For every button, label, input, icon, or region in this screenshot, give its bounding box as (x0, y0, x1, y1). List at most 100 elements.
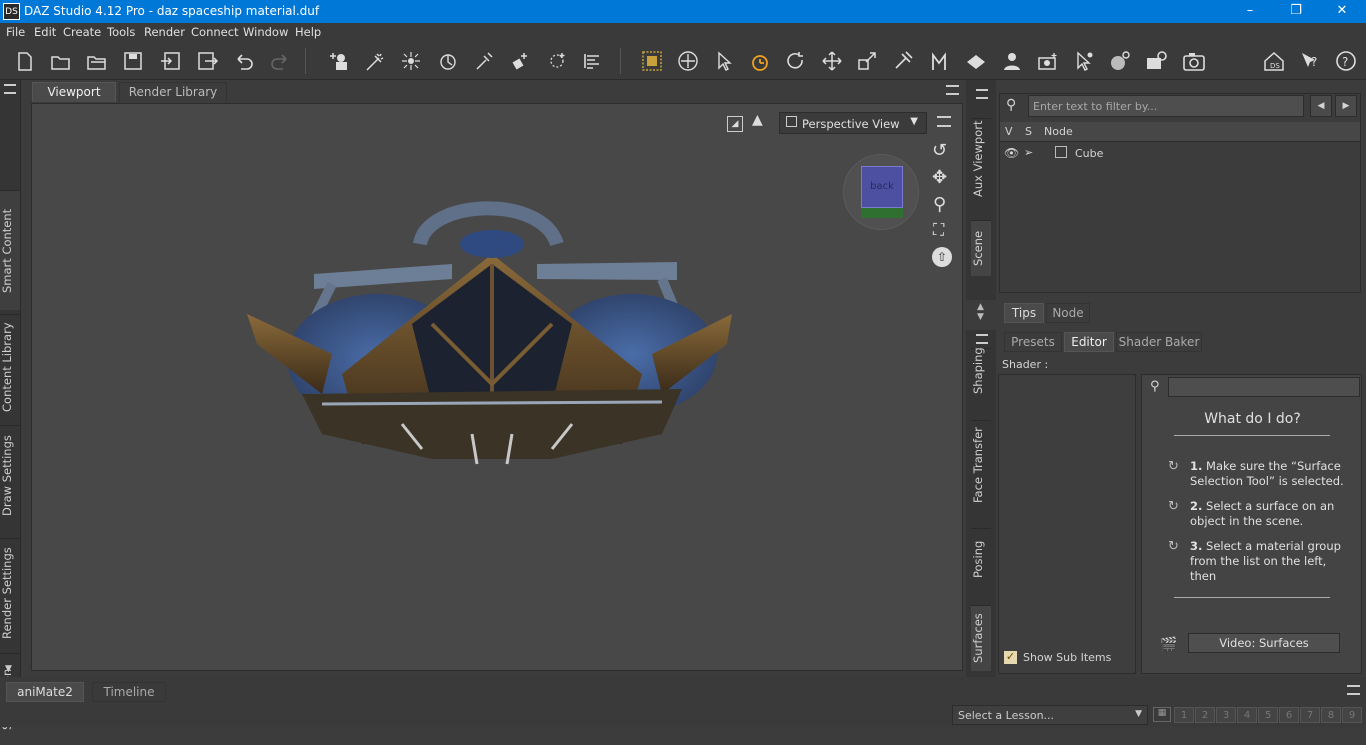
viewport-menu-icon[interactable] (946, 85, 959, 95)
tab-render-library[interactable]: Render Library (119, 82, 227, 102)
figure-icon[interactable] (1000, 50, 1024, 72)
rotate-icon[interactable] (784, 50, 808, 72)
universal-tool-icon[interactable] (676, 50, 700, 72)
col-node[interactable]: Node (1044, 125, 1073, 138)
col-selectable[interactable]: S (1025, 125, 1032, 138)
home-icon[interactable]: DS (1262, 50, 1286, 72)
light-spot-icon[interactable] (363, 50, 387, 72)
redo-icon[interactable] (268, 50, 292, 72)
render-settings-icon[interactable] (1144, 50, 1168, 72)
tab-tips[interactable]: Tips (1004, 303, 1044, 323)
lesson-page[interactable]: 6 (1279, 707, 1299, 723)
arrow-right-icon[interactable]: ▶ (1335, 95, 1357, 117)
property-filter-input[interactable] (1168, 377, 1360, 397)
close-button[interactable]: ✕ (1319, 0, 1365, 23)
align-icon[interactable] (581, 50, 605, 72)
translate-icon[interactable] (820, 50, 844, 72)
tab-node[interactable]: Node (1046, 303, 1090, 323)
menu-window[interactable]: Window (243, 25, 288, 39)
menu-create[interactable]: Create (63, 25, 101, 39)
frame-icon[interactable]: ⛶ (933, 220, 944, 240)
video-surfaces-button[interactable]: Video: Surfaces (1188, 633, 1340, 653)
minimize-button[interactable]: – (1227, 0, 1273, 23)
lesson-page[interactable]: 2 (1195, 707, 1215, 723)
scene-add-icon[interactable] (327, 50, 351, 72)
tab-viewport[interactable]: Viewport (32, 82, 116, 102)
new-file-icon[interactable] (12, 50, 36, 72)
export-icon[interactable] (195, 50, 219, 72)
scale-icon[interactable] (856, 50, 880, 72)
pan-icon[interactable]: ✥ (932, 167, 947, 188)
surface-list[interactable]: ✓ Show Sub Items (998, 374, 1136, 674)
tab-editor[interactable]: Editor (1064, 332, 1114, 352)
tab-animate2[interactable]: aniMate2 (6, 682, 84, 702)
save-icon[interactable] (121, 50, 145, 72)
scroll-down-icon[interactable]: ▼ (5, 664, 12, 674)
tab-shaping[interactable]: Shaping (971, 347, 991, 394)
preview-lights-icon[interactable]: ◢ (727, 116, 743, 132)
splitter-arrows-icon[interactable]: ▲ ▼ (977, 302, 984, 322)
tab-surfaces[interactable]: Surfaces (971, 605, 991, 671)
reset-view-icon[interactable]: ⇧ (932, 247, 952, 267)
tab-posing[interactable]: Posing (971, 528, 991, 590)
panel-menu-icon[interactable] (976, 89, 988, 99)
lesson-page[interactable]: 8 (1321, 707, 1341, 723)
restore-button[interactable]: ❐ (1273, 0, 1319, 23)
menu-file[interactable]: File (6, 25, 25, 39)
help-icon[interactable]: ? (1334, 50, 1358, 72)
bottom-panel-menu-icon[interactable] (1347, 685, 1360, 695)
menu-connect[interactable]: Connect (191, 25, 239, 39)
tab-shader-baker[interactable]: Shader Baker (1116, 332, 1202, 352)
import-icon[interactable] (159, 50, 183, 72)
node-align-icon[interactable] (545, 50, 569, 72)
panel-menu-icon[interactable] (976, 334, 988, 344)
panel-menu-icon[interactable] (4, 84, 16, 94)
help-whats-this-icon[interactable]: ? (1298, 50, 1322, 72)
geometry-icon[interactable] (1108, 50, 1132, 72)
menu-edit[interactable]: Edit (34, 25, 56, 39)
light-distant-icon[interactable] (436, 50, 460, 72)
zoom-icon[interactable]: ⚲ (933, 194, 946, 215)
eye-icon[interactable]: 👁 (1004, 146, 1019, 160)
orbit-icon[interactable]: ↺ (932, 140, 947, 161)
tab-scene[interactable]: Scene (971, 220, 991, 276)
viewport-3d[interactable]: ◢ ▲ Perspective View ▼ back ↺ ✥ ⚲ ⛶ ⇧ (31, 103, 963, 671)
draw-style-icon[interactable]: ▲ (752, 112, 763, 128)
light-point-icon[interactable] (399, 50, 423, 72)
view-dropdown[interactable]: Perspective View ▼ (779, 112, 927, 134)
grid-icon[interactable] (640, 50, 664, 72)
open-folder-icon[interactable] (85, 50, 109, 72)
menu-tools[interactable]: Tools (107, 25, 135, 39)
open-icon[interactable] (49, 50, 73, 72)
spaceship-model[interactable] (32, 104, 964, 672)
node-edit-icon[interactable] (1072, 50, 1096, 72)
morph-icon[interactable] (928, 50, 952, 72)
lesson-page[interactable]: 1 (1174, 707, 1194, 723)
lesson-page[interactable]: 7 (1300, 707, 1320, 723)
menu-render[interactable]: Render (144, 25, 185, 39)
col-visible[interactable]: V (1005, 125, 1013, 138)
lesson-dropdown[interactable]: Select a Lesson... ▼ (952, 705, 1148, 725)
light-bulb-icon[interactable] (472, 50, 496, 72)
tab-render-settings[interactable]: Render Settings (0, 538, 20, 648)
lesson-page[interactable]: 4 (1237, 707, 1257, 723)
tab-aux-viewport[interactable]: Aux Viewport (971, 118, 991, 198)
lesson-page[interactable]: 5 (1258, 707, 1278, 723)
menu-help[interactable]: Help (295, 25, 321, 39)
camera-tools-icon[interactable] (1036, 50, 1060, 72)
joint-icon[interactable] (508, 50, 532, 72)
scene-filter-input[interactable]: Enter text to filter by... (1028, 95, 1304, 117)
view-cube[interactable]: back (843, 154, 919, 230)
checkbox-icon[interactable]: ✓ (1004, 651, 1017, 664)
tab-timeline[interactable]: Timeline (92, 682, 166, 702)
render-icon[interactable] (1182, 50, 1206, 72)
select-tool-icon[interactable] (712, 50, 736, 72)
surface-icon[interactable] (964, 50, 988, 72)
brush-icon[interactable] (892, 50, 916, 72)
arrow-left-icon[interactable]: ◀ (1310, 95, 1332, 117)
undo-icon[interactable] (232, 50, 256, 72)
tab-face-transfer[interactable]: Face Transfer (971, 420, 991, 510)
lesson-page[interactable]: 3 (1216, 707, 1236, 723)
tab-content-library[interactable]: Content Library (0, 314, 20, 420)
tab-draw-settings[interactable]: Draw Settings (0, 425, 20, 525)
